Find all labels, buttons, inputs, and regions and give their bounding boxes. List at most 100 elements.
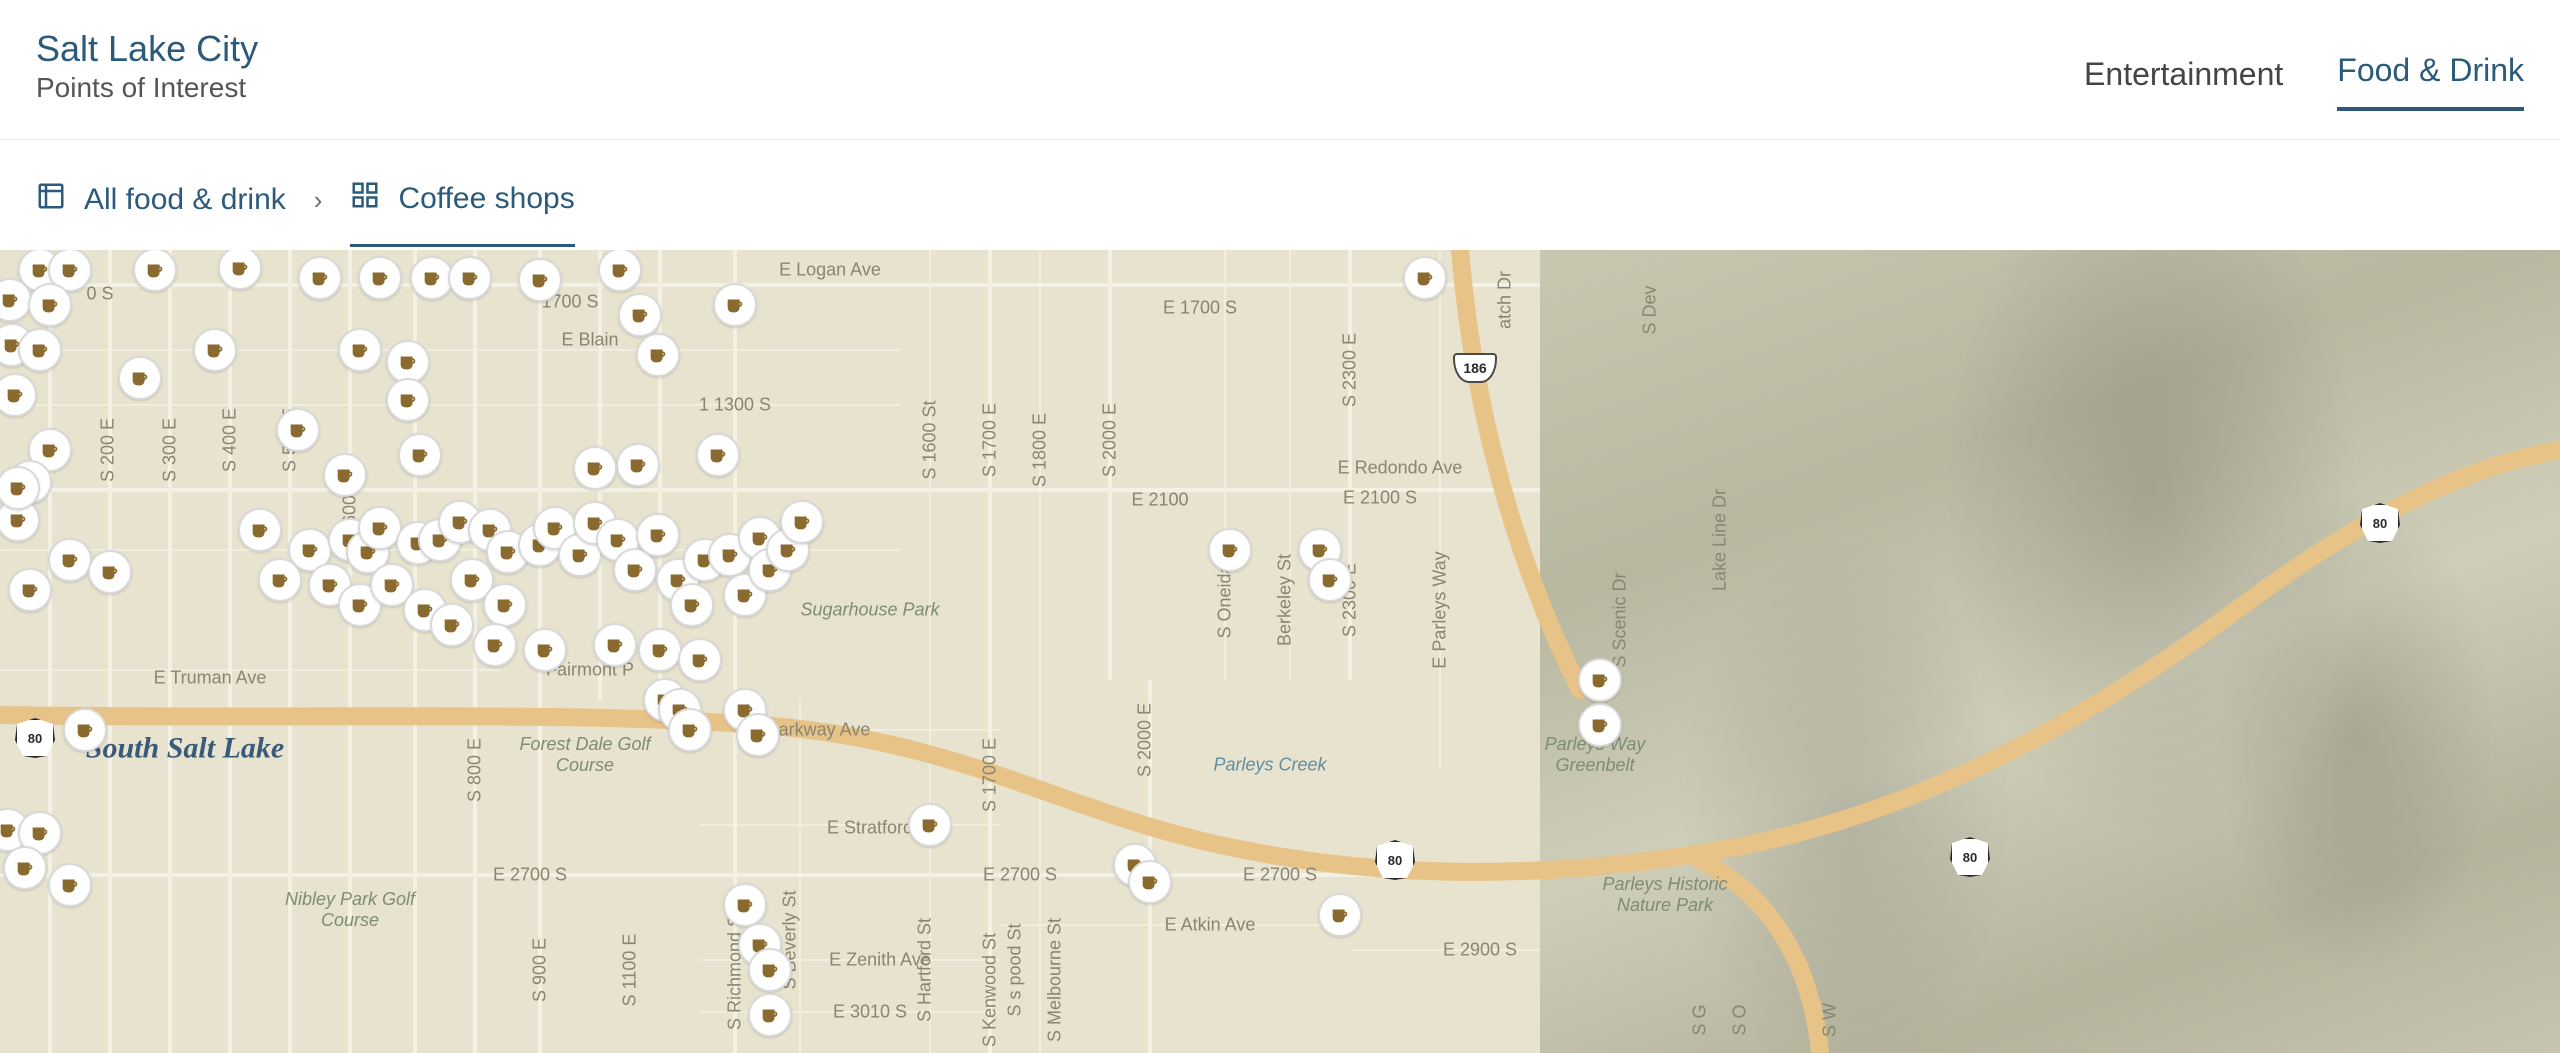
coffee-shop-marker[interactable] bbox=[133, 250, 177, 292]
coffee-cup-icon bbox=[681, 594, 703, 616]
coffee-shop-marker[interactable] bbox=[618, 293, 662, 337]
coffee-shop-marker[interactable] bbox=[358, 256, 402, 300]
coffee-shop-marker[interactable] bbox=[298, 256, 342, 300]
coffee-cup-icon bbox=[441, 614, 463, 636]
coffee-shop-marker[interactable] bbox=[386, 378, 430, 422]
coffee-shop-marker[interactable] bbox=[276, 408, 320, 452]
coffee-shop-marker[interactable] bbox=[1403, 256, 1447, 300]
coffee-shop-marker[interactable] bbox=[48, 863, 92, 907]
coffee-cup-icon bbox=[759, 1004, 781, 1026]
tab-entertainment[interactable]: Entertainment bbox=[2084, 56, 2283, 111]
coffee-cup-icon bbox=[1589, 669, 1611, 691]
coffee-shop-marker[interactable] bbox=[3, 846, 47, 890]
interstate-shield: 80 bbox=[2360, 503, 2400, 543]
coffee-cup-icon bbox=[484, 634, 506, 656]
coffee-cup-icon bbox=[624, 559, 646, 581]
coffee-cup-icon bbox=[29, 822, 51, 844]
coffee-shop-marker[interactable] bbox=[338, 328, 382, 372]
coffee-cup-icon bbox=[144, 259, 166, 281]
coffee-shop-marker[interactable] bbox=[780, 500, 824, 544]
coffee-shop-marker[interactable] bbox=[48, 538, 92, 582]
map-canvas[interactable]: South Salt Lake 0 S1700 SE 1700 SE Logan… bbox=[0, 250, 2560, 1053]
coffee-cup-icon bbox=[204, 339, 226, 361]
coffee-cup-icon bbox=[269, 569, 291, 591]
coffee-shop-marker[interactable] bbox=[748, 993, 792, 1037]
coffee-shop-marker[interactable] bbox=[8, 568, 52, 612]
coffee-shop-marker[interactable] bbox=[908, 803, 952, 847]
coffee-shop-marker[interactable] bbox=[723, 883, 767, 927]
coffee-shop-marker[interactable] bbox=[668, 708, 712, 752]
coffee-cup-icon bbox=[459, 267, 481, 289]
coffee-cup-icon bbox=[759, 959, 781, 981]
coffee-cup-icon bbox=[129, 367, 151, 389]
coffee-shop-marker[interactable] bbox=[1208, 528, 1252, 572]
crumb-current-label: Coffee shops bbox=[398, 182, 574, 216]
coffee-cup-icon bbox=[1319, 569, 1341, 591]
coffee-cup-icon bbox=[249, 519, 271, 541]
coffee-cup-icon bbox=[604, 634, 626, 656]
coffee-cup-icon bbox=[609, 259, 631, 281]
coffee-cup-icon bbox=[59, 874, 81, 896]
coffee-shop-marker[interactable] bbox=[616, 443, 660, 487]
coffee-cup-icon bbox=[569, 544, 591, 566]
coffee-cup-icon bbox=[7, 477, 29, 499]
coffee-shop-marker[interactable] bbox=[430, 603, 474, 647]
coffee-shop-marker[interactable] bbox=[88, 550, 132, 594]
coffee-shop-marker[interactable] bbox=[748, 948, 792, 992]
coffee-shop-marker[interactable] bbox=[63, 708, 107, 752]
coffee-shop-marker[interactable] bbox=[238, 508, 282, 552]
coffee-cup-icon bbox=[534, 639, 556, 661]
coffee-shop-marker[interactable] bbox=[193, 328, 237, 372]
coffee-shop-marker[interactable] bbox=[670, 583, 714, 627]
coffee-shop-marker[interactable] bbox=[1578, 703, 1622, 747]
coffee-shop-marker[interactable] bbox=[1308, 558, 1352, 602]
coffee-shop-marker[interactable] bbox=[448, 256, 492, 300]
coffee-shop-marker[interactable] bbox=[518, 258, 562, 302]
coffee-cup-icon bbox=[29, 339, 51, 361]
chevron-right-icon: › bbox=[314, 185, 323, 216]
filter-bar: All food & drink › Coffee shops bbox=[0, 140, 2560, 250]
coffee-cup-icon bbox=[1219, 539, 1241, 561]
page-subtitle: Points of Interest bbox=[36, 72, 258, 104]
coffee-shop-marker[interactable] bbox=[258, 558, 302, 602]
coffee-shop-marker[interactable] bbox=[523, 628, 567, 672]
coffee-shop-marker[interactable] bbox=[1578, 658, 1622, 702]
coffee-shop-marker[interactable] bbox=[696, 433, 740, 477]
coffee-shop-marker[interactable] bbox=[736, 713, 780, 757]
coffee-shop-marker[interactable] bbox=[18, 328, 62, 372]
coffee-shop-marker[interactable] bbox=[713, 283, 757, 327]
coffee-shop-marker[interactable] bbox=[323, 453, 367, 497]
coffee-cup-icon bbox=[0, 289, 21, 311]
coffee-shop-marker[interactable] bbox=[593, 623, 637, 667]
coffee-shop-marker[interactable] bbox=[636, 513, 680, 557]
coffee-shop-marker[interactable] bbox=[118, 356, 162, 400]
coffee-cup-icon bbox=[1329, 904, 1351, 926]
coffee-cup-icon bbox=[629, 304, 651, 326]
coffee-shop-marker[interactable] bbox=[398, 433, 442, 477]
tab-food-drink[interactable]: Food & Drink bbox=[2337, 52, 2524, 111]
coffee-shop-marker[interactable] bbox=[483, 583, 527, 627]
coffee-shop-marker[interactable] bbox=[678, 638, 722, 682]
coffee-shop-marker[interactable] bbox=[598, 250, 642, 292]
interstate-shield: 80 bbox=[1375, 840, 1415, 880]
coffee-shop-marker[interactable] bbox=[638, 628, 682, 672]
coffee-cup-icon bbox=[299, 539, 321, 561]
crumb-root-label: All food & drink bbox=[84, 183, 286, 217]
crumb-coffee-shops[interactable]: Coffee shops bbox=[350, 180, 574, 247]
crumb-all-food-drink[interactable]: All food & drink bbox=[36, 181, 286, 219]
coffee-cup-icon bbox=[529, 269, 551, 291]
coffee-cup-icon bbox=[689, 649, 711, 671]
coffee-cup-icon bbox=[39, 439, 61, 461]
coffee-shop-marker[interactable] bbox=[1318, 893, 1362, 937]
coffee-shop-marker[interactable] bbox=[573, 446, 617, 490]
coffee-cup-icon bbox=[734, 894, 756, 916]
coffee-shop-marker[interactable] bbox=[1128, 860, 1172, 904]
coffee-cup-icon bbox=[1414, 267, 1436, 289]
coffee-cup-icon bbox=[334, 464, 356, 486]
coffee-shop-marker[interactable] bbox=[28, 283, 72, 327]
coffee-shop-marker[interactable] bbox=[636, 333, 680, 377]
coffee-shop-marker[interactable] bbox=[473, 623, 517, 667]
list-icon bbox=[36, 181, 66, 219]
coffee-cup-icon bbox=[919, 814, 941, 836]
header-tabs: Entertainment Food & Drink bbox=[2084, 20, 2524, 111]
